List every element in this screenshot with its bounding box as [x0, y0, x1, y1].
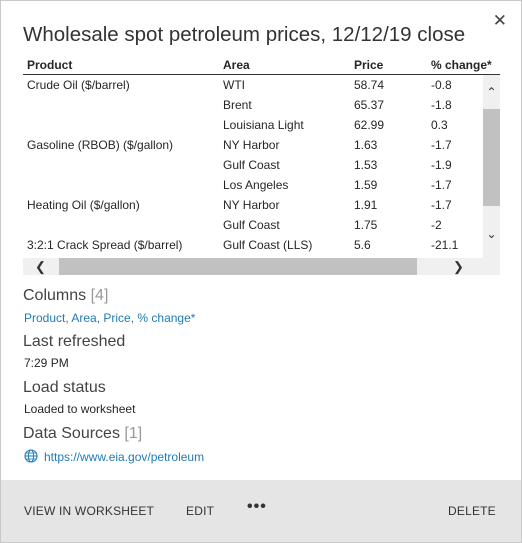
table-row: 3:2:1 Crack Spread ($/barrel) Gulf Coast … [23, 235, 483, 255]
cell-product: 3:2:1 Crack Spread ($/barrel) [27, 238, 183, 252]
table-row: Gulf Coast 1.75 -2 [23, 215, 483, 235]
data-source-url-wrap: https://www.eia.gov/petroleum [44, 450, 204, 464]
data-preview-table: Product Area Price % change* Crude Oil (… [23, 56, 500, 276]
col-header-product: Product [27, 58, 73, 72]
cell-change: -0.8 [431, 78, 452, 92]
data-source-link[interactable]: https://www.eia.gov/petroleum [44, 450, 204, 464]
edit-button[interactable]: EDIT [186, 504, 214, 518]
columns-count: [4] [90, 287, 109, 304]
scroll-left-icon[interactable]: ❮ [35, 259, 46, 275]
cell-area: Gulf Coast [223, 218, 280, 232]
delete-button[interactable]: DELETE [448, 504, 496, 518]
scroll-right-icon[interactable]: ❯ [453, 259, 464, 275]
cell-product: Crude Oil ($/barrel) [27, 78, 130, 92]
cell-price: 1.59 [354, 178, 378, 192]
data-sources-count: [1] [124, 425, 143, 442]
columns-heading: Columns [4] [23, 287, 108, 305]
cell-area: Brent [223, 98, 252, 112]
cell-area: Louisiana Light [223, 118, 304, 132]
table-header: Product Area Price % change* [23, 56, 500, 75]
columns-list: Product, Area, Price, % change* [24, 311, 195, 325]
cell-price: 1.75 [354, 218, 378, 232]
col-header-area: Area [223, 58, 250, 72]
data-sources-heading: Data Sources [1] [23, 425, 142, 443]
cell-price: 1.53 [354, 158, 378, 172]
table-row: Louisiana Light 62.99 0.3 [23, 115, 483, 135]
vertical-scroll-thumb[interactable] [483, 109, 500, 206]
table-row: Heating Oil ($/gallon) NY Harbor 1.91 -1.7 [23, 195, 483, 215]
table-row: Gulf Coast 1.53 -1.9 [23, 155, 483, 175]
cell-price: 62.99 [354, 118, 385, 132]
cell-change: -1.7 [431, 138, 452, 152]
cell-area: Los Angeles [223, 178, 289, 192]
close-icon[interactable]: ✕ [493, 11, 507, 31]
cell-change: -1.7 [431, 178, 452, 192]
card-title: Wholesale spot petroleum prices, 12/12/1… [23, 23, 466, 46]
last-refreshed-heading: Last refreshed [23, 333, 126, 350]
cell-price: 1.91 [354, 198, 378, 212]
table-row: Crude Oil ($/barrel) WTI 58.74 -0.8 [23, 75, 483, 95]
cell-price: 1.63 [354, 138, 378, 152]
scroll-up-icon[interactable]: ⌃ [483, 85, 500, 99]
cell-change: -1.9 [431, 158, 452, 172]
cell-area: WTI [223, 78, 245, 92]
scroll-down-icon[interactable]: ⌄ [483, 227, 500, 241]
data-sources-label: Data Sources [23, 425, 120, 442]
cell-change: -21.1 [431, 238, 459, 252]
cell-price: 58.74 [354, 78, 385, 92]
cell-change: 0.3 [431, 118, 448, 132]
load-status-heading: Load status [23, 379, 106, 396]
table-body: Crude Oil ($/barrel) WTI 58.74 -0.8 Brent 65.… [23, 75, 483, 259]
cell-area: NY Harbor [223, 138, 280, 152]
cell-price: 5.6 [354, 238, 371, 252]
cell-product: Gasoline (RBOB) ($/gallon) [27, 138, 174, 152]
globe-icon [24, 449, 38, 463]
cell-change: -1.8 [431, 98, 452, 112]
table-row: Los Angeles 1.59 -1.7 [23, 175, 483, 195]
last-refreshed-value: 7:29 PM [24, 356, 69, 370]
load-status-value: Loaded to worksheet [24, 402, 136, 416]
cell-change: -1.7 [431, 198, 452, 212]
columns-label: Columns [23, 287, 87, 304]
more-options-icon[interactable]: ••• [247, 498, 267, 516]
col-header-change: % change* [431, 58, 492, 72]
vertical-scrollbar[interactable]: ⌃ ⌄ [483, 75, 500, 259]
columns-list-link[interactable]: Product, Area, Price, % change* [24, 311, 195, 325]
horizontal-scrollbar[interactable]: ❮ ❯ [23, 258, 500, 275]
cell-price: 65.37 [354, 98, 385, 112]
cell-product: Heating Oil ($/gallon) [27, 198, 140, 212]
table-row: Gasoline (RBOB) ($/gallon) NY Harbor 1.63 -… [23, 135, 483, 155]
cell-area: NY Harbor [223, 198, 280, 212]
col-header-price: Price [354, 58, 384, 72]
horizontal-scroll-thumb[interactable] [59, 258, 417, 275]
cell-area: Gulf Coast [223, 158, 280, 172]
query-details-card: ✕ Wholesale spot petroleum prices, 12/12… [0, 0, 522, 543]
action-bar: VIEW IN WORKSHEET EDIT ••• DELETE [1, 480, 521, 542]
view-in-worksheet-button[interactable]: VIEW IN WORKSHEET [24, 504, 154, 518]
cell-change: -2 [431, 218, 442, 232]
cell-area: Gulf Coast (LLS) [223, 238, 313, 252]
table-row: Brent 65.37 -1.8 [23, 95, 483, 115]
